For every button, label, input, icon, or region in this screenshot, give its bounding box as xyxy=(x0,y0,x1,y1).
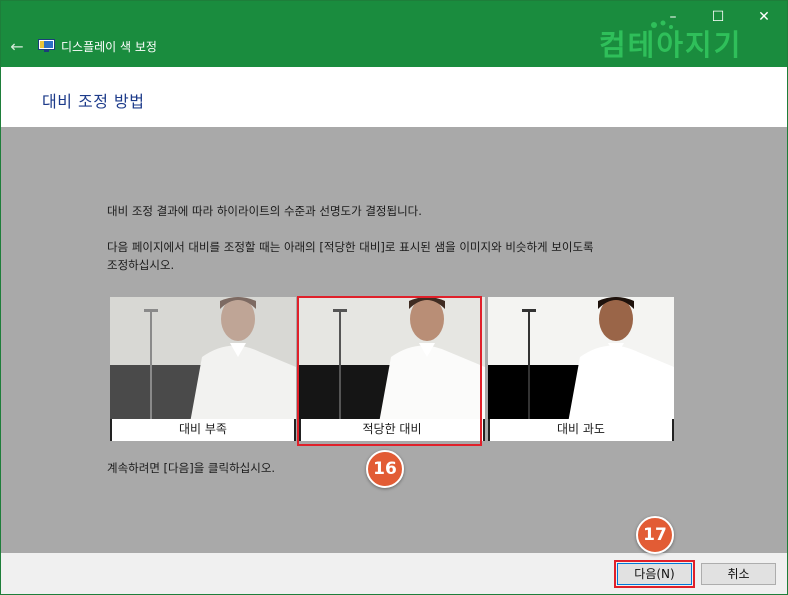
step-badge-16: 16 xyxy=(366,450,404,488)
highlight-box-normal-contrast xyxy=(297,296,482,446)
caption-low-contrast: 대비 부족 xyxy=(179,422,227,436)
watermark-text: 컴테아지기 xyxy=(599,28,742,62)
title-bar: ← 디스플레이 색 보정 – ☐ ✕ 컴테아지기 xyxy=(1,1,787,67)
sample-image-low-contrast xyxy=(110,297,296,423)
highlight-box-next-button xyxy=(614,560,695,588)
description-text-2b: 조정하십시오. xyxy=(107,258,175,272)
sample-image-high-contrast xyxy=(488,297,674,423)
continue-instruction: 계속하려면 [다음]을 클릭하십시오. xyxy=(107,461,276,475)
description-text-2a: 다음 페이지에서 대비를 조정할 때는 아래의 [적당한 대비]로 표시된 샘을… xyxy=(107,240,594,254)
display-icon xyxy=(38,39,55,52)
description-text-1: 대비 조정 결과에 따라 하이라이트의 수준과 선명도가 결정됩니다. xyxy=(107,204,422,218)
step-badge-17: 17 xyxy=(636,516,674,554)
cancel-button[interactable]: 취소 xyxy=(701,563,776,585)
back-arrow-icon[interactable]: ← xyxy=(7,37,27,57)
watermark-logo: 컴테아지기 xyxy=(599,20,742,62)
caption-high-contrast: 대비 과도 xyxy=(557,422,605,436)
window-title: 디스플레이 색 보정 xyxy=(61,40,157,54)
page-title: 대비 조정 방법 xyxy=(42,92,145,111)
calibration-window: ← 디스플레이 색 보정 – ☐ ✕ 컴테아지기 대비 조정 방법 대비 조정 … xyxy=(0,0,788,595)
